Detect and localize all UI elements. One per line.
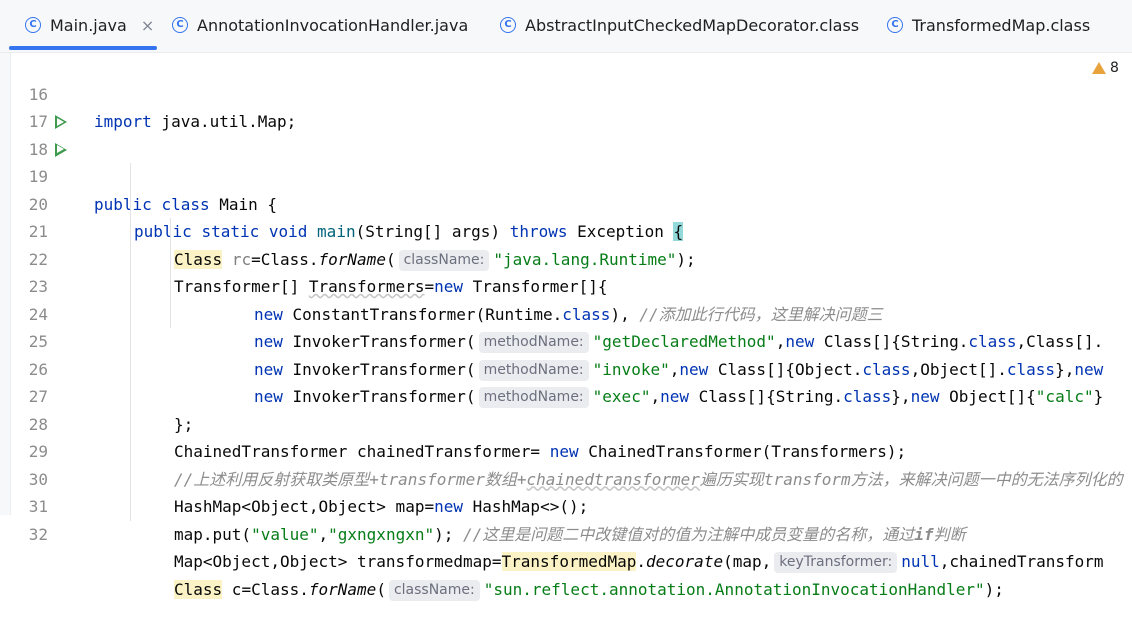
tab-transformed-map[interactable]: C TransformedMap.class xyxy=(887,0,1090,50)
code-editor[interactable]: 16 import java.util.Map; 17 18 public cl… xyxy=(0,53,1132,601)
warnings-indicator[interactable]: 8 xyxy=(1092,60,1119,76)
tab-main-java[interactable]: C Main.java × xyxy=(25,0,154,50)
code-line: 29 HashMap<Object,Object> map=new HashMa… xyxy=(0,410,1132,516)
code-line: 24 new InvokerTransformer(methodName: "in… xyxy=(0,273,1132,381)
active-tab-indicator xyxy=(9,46,157,50)
code-line: 31 Map<Object,Object> transformedmap=Tra… xyxy=(0,465,1132,573)
code-line: 22 new ConstantTransformer(Runtime.class… xyxy=(0,218,1132,324)
code-line: 17 xyxy=(0,81,1132,131)
class-icon: C xyxy=(25,17,41,33)
code-line: 28 //上述利用反射获取类原型+transformer数组+chainedtr… xyxy=(0,383,1132,489)
close-icon[interactable]: × xyxy=(141,16,154,35)
code-line: 16 import java.util.Map; xyxy=(0,53,1132,132)
code-line: 27 ChainedTransformer chainedTransformer… xyxy=(0,355,1132,461)
class-icon: C xyxy=(887,17,903,33)
parameter-hint: className: xyxy=(388,579,480,601)
code-line: 19 public static void main(String[] args… xyxy=(0,136,1132,241)
tab-abstract-input-checked-map-decorator[interactable]: C AbstractInputCheckedMapDecorator.class xyxy=(500,0,859,50)
run-icon[interactable] xyxy=(55,115,67,129)
vertical-scrollbar[interactable] xyxy=(1124,53,1132,515)
code-line: 32 Class c=Class.forName(className: "sun.… xyxy=(0,493,1132,601)
warning-count: 8 xyxy=(1110,60,1119,76)
code-line: 26 }; xyxy=(0,328,1132,434)
warning-icon xyxy=(1092,62,1106,74)
class-icon: C xyxy=(500,17,516,33)
run-icon[interactable] xyxy=(55,142,67,157)
tab-label: AbstractInputCheckedMapDecorator.class xyxy=(525,15,860,35)
parameter-hint: keyTransformer: xyxy=(774,552,898,573)
editor-tab-bar: C Main.java × C AnnotationInvocationHand… xyxy=(0,0,1132,53)
tab-label: AnnotationInvocationHandler.java xyxy=(197,15,469,35)
class-icon: C xyxy=(172,17,188,33)
line-number: 32 xyxy=(28,524,48,544)
code-line: 25 new InvokerTransformer(methodName: "ex… xyxy=(0,300,1132,408)
code-line: 18 public class Main { xyxy=(0,108,1132,214)
tab-label: TransformedMap.class xyxy=(912,15,1091,35)
code-line: 20 Class rc=Class.forName(className: "jav… xyxy=(0,163,1132,271)
tab-annotation-invocation-handler[interactable]: C AnnotationInvocationHandler.java xyxy=(172,0,468,50)
code-line: 23 new InvokerTransformer(methodName: "ge… xyxy=(0,245,1132,353)
code-line: 21 Transformer[] Transformers=new Transf… xyxy=(0,190,1132,296)
tab-label: Main.java xyxy=(50,15,127,35)
code-line: 30 map.put("value","gxngxngxn"); //这里是问题… xyxy=(0,438,1132,544)
